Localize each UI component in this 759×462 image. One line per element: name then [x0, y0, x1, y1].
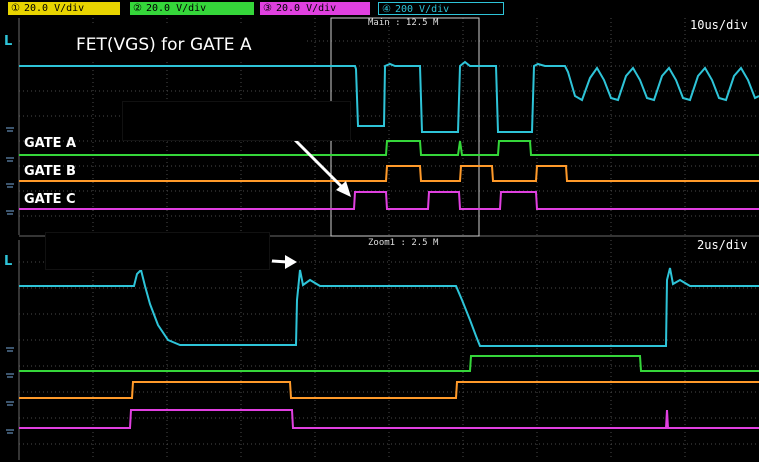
channel-4-volts: 200 V — [394, 4, 426, 15]
channel-2-icon: ② — [133, 3, 142, 14]
annotation-arrow-main — [292, 137, 351, 197]
zoom-trace-fet-vgs — [19, 267, 759, 347]
zoom1-label: Zoom1 : 2.5 M — [368, 238, 439, 248]
channel-2-unit: /div — [182, 3, 207, 14]
channel-3-icon: ③ — [263, 3, 272, 14]
redacted-box-main — [122, 101, 351, 141]
trigger-level-marker-zoom: L — [4, 254, 13, 269]
channel-4-icon: ④ — [382, 4, 391, 15]
channel-1-setting[interactable]: ① 20.0 V/div — [8, 2, 120, 15]
scope-display: L L FET(VGS) for GATE A 10us/div 2us/div… — [0, 16, 759, 462]
ground-markers — [6, 127, 14, 434]
zoom-timebase: 2us/div — [697, 238, 748, 252]
channel-4-setting[interactable]: ④ 200 V/div — [378, 2, 504, 15]
channel-3-setting[interactable]: ③ 20.0 V/div — [260, 2, 370, 15]
label-gate-c: GATE C — [24, 192, 76, 207]
channel-3-volts: 20.0 V — [275, 3, 313, 14]
channel-2-setting[interactable]: ② 20.0 V/div — [130, 2, 254, 15]
channel-4-unit: /div — [425, 4, 450, 15]
main-zoom-label: Main : 12.5 M — [368, 18, 439, 28]
channel-2-volts: 20.0 V — [145, 3, 183, 14]
channel-3-unit: /div — [312, 3, 337, 14]
zoom-region-box — [330, 17, 480, 237]
channel-status-bar: ① 20.0 V/div ② 20.0 V/div ③ 20.0 V/div ④ 200… — [0, 0, 759, 16]
annotation-arrow-zoom — [271, 255, 297, 269]
label-gate-b: GATE B — [24, 164, 76, 179]
redacted-box-zoom — [45, 232, 270, 270]
main-trace-gate-a — [19, 140, 759, 156]
channel-1-unit: /div — [60, 3, 85, 14]
trigger-level-marker-main: L — [4, 34, 13, 49]
main-timebase: 10us/div — [690, 18, 748, 32]
label-gate-a: GATE A — [24, 136, 77, 151]
channel-1-volts: 20.0 V — [23, 3, 61, 14]
main-title: FET(VGS) for GATE A — [76, 35, 252, 55]
channel-1-icon: ① — [11, 3, 20, 14]
